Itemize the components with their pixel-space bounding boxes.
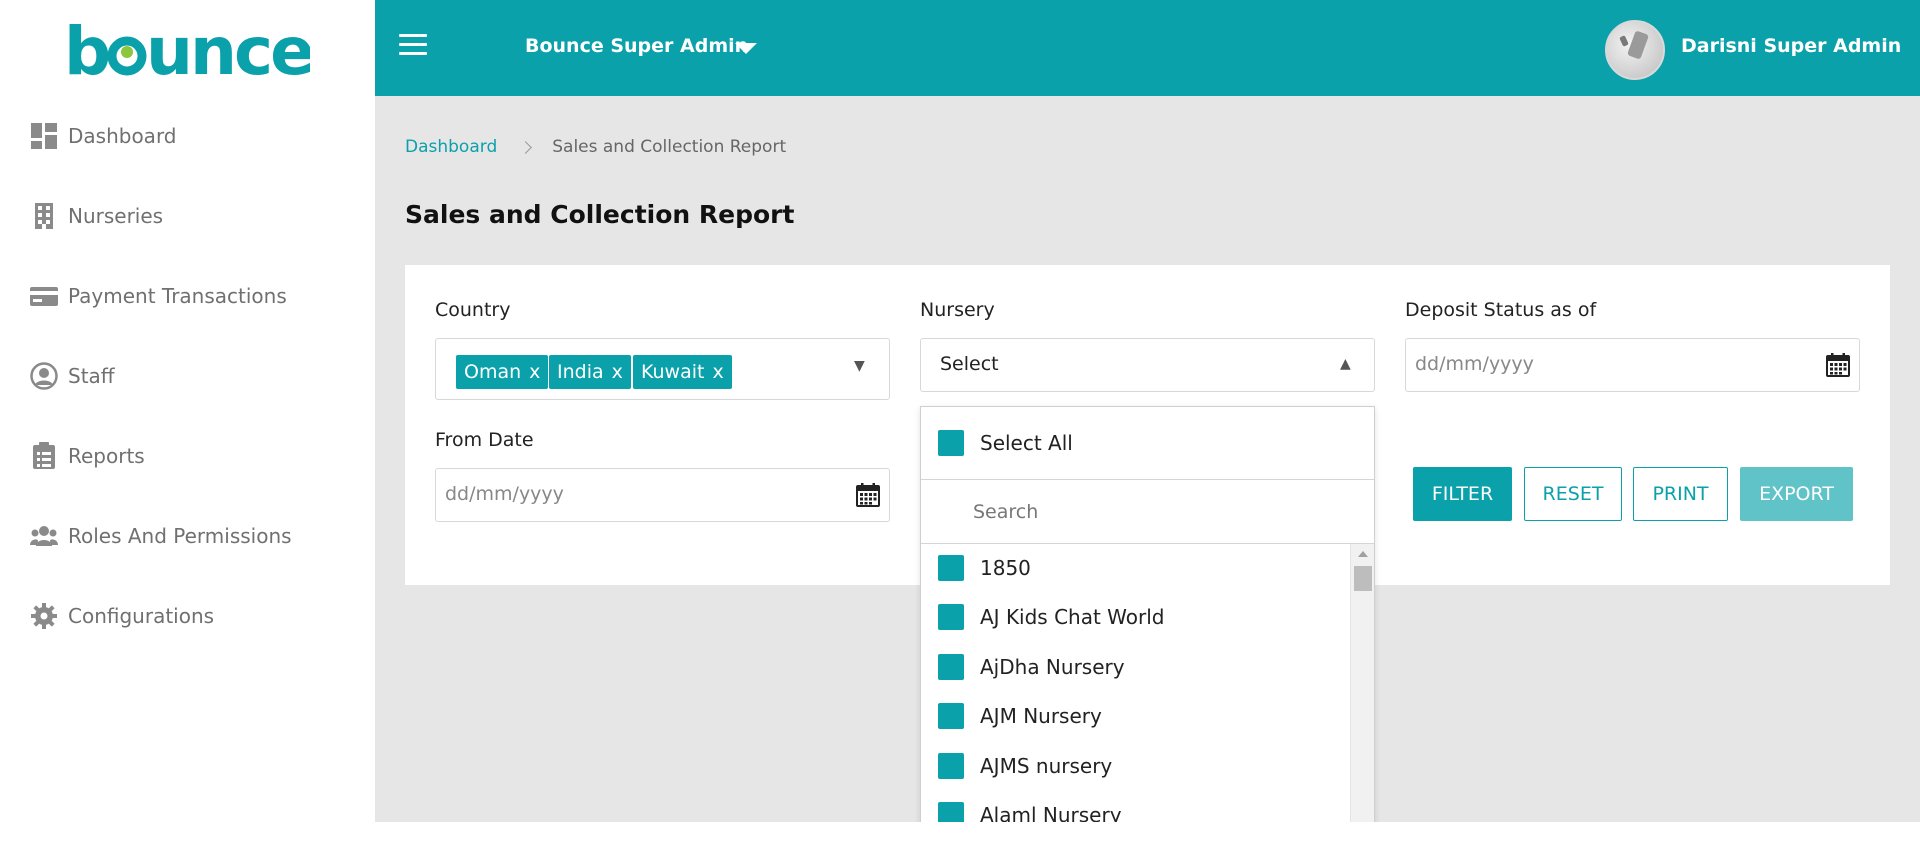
sidebar-item-reports[interactable]: Reports <box>30 436 145 476</box>
credit-card-icon <box>30 282 58 310</box>
nursery-select-value: Select <box>940 353 999 375</box>
triangle-up-icon[interactable]: ▲ <box>1340 356 1351 372</box>
country-tag-india: India x <box>549 355 631 389</box>
sidebar-item-roles-and-permissions[interactable]: Roles And Permissions <box>30 516 292 556</box>
country-tag-kuwait: Kuwait x <box>633 355 732 389</box>
filter-button[interactable]: FILTER <box>1413 467 1512 521</box>
tag-label: India <box>557 361 604 383</box>
nursery-search-input[interactable] <box>973 496 1353 528</box>
breadcrumb-home-link[interactable]: Dashboard <box>405 137 497 157</box>
print-button[interactable]: PRINT <box>1633 467 1728 521</box>
option-label: AJMS nursery <box>980 754 1113 778</box>
remove-tag-icon[interactable]: x <box>529 361 540 383</box>
remove-tag-icon[interactable]: x <box>612 361 623 383</box>
sidebar-item-configurations[interactable]: Configurations <box>30 596 214 636</box>
checkbox-checked[interactable] <box>938 430 964 456</box>
list-item[interactable]: AjDha Nursery <box>938 651 1125 683</box>
chevron-right-icon <box>519 140 533 154</box>
export-button[interactable]: EXPORT <box>1740 467 1853 521</box>
dropdown-scrollbar[interactable] <box>1350 544 1374 845</box>
sidebar-item-label: Staff <box>68 364 115 388</box>
checkbox-checked[interactable] <box>938 753 964 779</box>
breadcrumb-current: Sales and Collection Report <box>552 137 787 157</box>
calendar-icon[interactable] <box>856 483 880 507</box>
sidebar-item-label: Payment Transactions <box>68 284 287 308</box>
option-label: 1850 <box>980 556 1031 580</box>
sidebar-item-nurseries[interactable]: Nurseries <box>30 196 163 236</box>
svg-text:unce: unce <box>146 14 310 86</box>
checkbox-checked[interactable] <box>938 703 964 729</box>
deposit-status-date-input[interactable]: dd/mm/yyyy <box>1405 338 1860 392</box>
top-bar: Bounce Super Admin Darisni Super Admin <box>375 0 1920 96</box>
footer-strip <box>375 822 1920 846</box>
sidebar-item-label: Roles And Permissions <box>68 524 292 548</box>
checkbox-checked[interactable] <box>938 555 964 581</box>
tag-label: Kuwait <box>641 361 705 383</box>
remove-tag-icon[interactable]: x <box>712 361 723 383</box>
list-item[interactable]: AJ Kids Chat World <box>938 601 1165 633</box>
user-avatar[interactable] <box>1605 20 1665 80</box>
sidebar-item-dashboard[interactable]: Dashboard <box>30 116 177 156</box>
breadcrumb: Dashboard Sales and Collection Report <box>405 137 786 157</box>
country-select[interactable]: Oman x India x Kuwait x ▼ <box>435 338 890 400</box>
tag-label: Oman <box>464 361 522 383</box>
sidebar-item-label: Nurseries <box>68 204 164 228</box>
sidebar-item-label: Dashboard <box>68 124 177 148</box>
hamburger-menu-icon[interactable] <box>399 34 427 56</box>
checkbox-checked[interactable] <box>938 604 964 630</box>
user-circle-icon <box>30 362 58 390</box>
sidebar-item-payment-transactions[interactable]: Payment Transactions <box>30 276 287 316</box>
select-all-label: Select All <box>980 431 1073 455</box>
gear-icon <box>30 602 58 630</box>
option-label: AJ Kids Chat World <box>980 605 1165 629</box>
list-item[interactable]: AJMS nursery <box>938 750 1112 782</box>
svg-text:b: b <box>64 14 109 86</box>
sidebar-item-staff[interactable]: Staff <box>30 356 115 396</box>
scroll-up-arrow-icon[interactable] <box>1358 551 1368 557</box>
page-title: Sales and Collection Report <box>405 200 795 229</box>
country-label: Country <box>435 299 511 321</box>
reset-button[interactable]: RESET <box>1524 467 1622 521</box>
sidebar: b unce Dashboard Nurseries Payment Trans… <box>0 0 375 846</box>
from-date-label: From Date <box>435 429 534 451</box>
checkbox-checked[interactable] <box>938 654 964 680</box>
bounce-logo[interactable]: b unce <box>64 14 310 86</box>
sidebar-item-label: Configurations <box>68 604 215 628</box>
logo-image: b unce <box>64 14 310 86</box>
date-placeholder: dd/mm/yyyy <box>445 483 564 505</box>
deposit-status-label: Deposit Status as of <box>1405 299 1597 321</box>
caret-down-icon[interactable] <box>735 43 757 54</box>
nursery-options-list: 1850 AJ Kids Chat World AjDha Nursery AJ… <box>921 544 1350 845</box>
users-icon <box>30 522 58 550</box>
from-date-input[interactable]: dd/mm/yyyy <box>435 468 890 522</box>
nursery-dropdown-panel: Select All 1850 AJ Kids Chat World AjDha… <box>920 406 1375 846</box>
nursery-label: Nursery <box>920 299 995 321</box>
dashboard-icon <box>30 122 58 150</box>
clipboard-icon <box>30 442 58 470</box>
user-name[interactable]: Darisni Super Admin <box>1681 35 1901 57</box>
date-placeholder: dd/mm/yyyy <box>1415 353 1534 375</box>
country-tag-oman: Oman x <box>456 355 549 389</box>
list-item[interactable]: 1850 <box>938 552 1031 584</box>
scrollbar-thumb[interactable] <box>1354 566 1372 591</box>
option-label: AjDha Nursery <box>980 655 1125 679</box>
nursery-select[interactable]: Select ▲ <box>920 338 1375 392</box>
sidebar-item-label: Reports <box>68 444 145 468</box>
list-item[interactable]: AJM Nursery <box>938 700 1102 732</box>
organization-name[interactable]: Bounce Super Admin <box>525 35 748 57</box>
option-label: AJM Nursery <box>980 704 1102 728</box>
select-all-option[interactable]: Select All <box>921 407 1374 480</box>
building-icon <box>30 202 58 230</box>
triangle-down-icon[interactable]: ▼ <box>854 358 865 374</box>
calendar-icon[interactable] <box>1826 353 1850 377</box>
dropdown-search-row <box>921 480 1374 544</box>
